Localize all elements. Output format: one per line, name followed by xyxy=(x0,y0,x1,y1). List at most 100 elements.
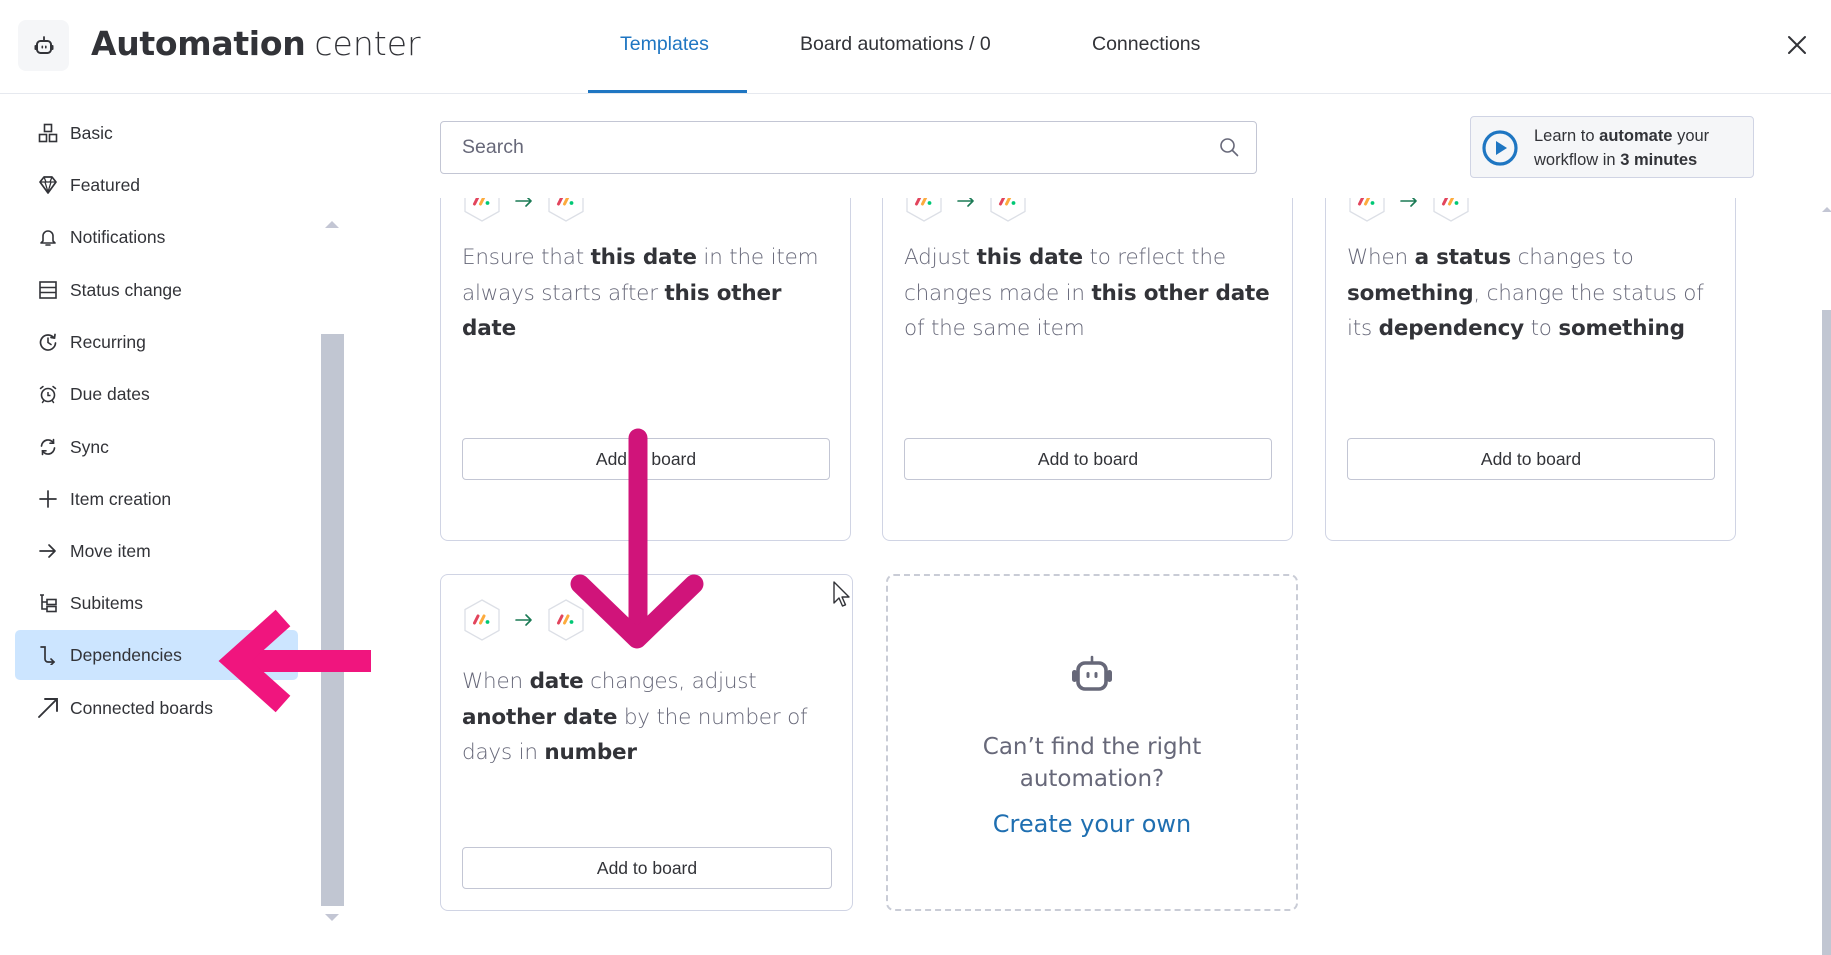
sidebar-item-label: Status change xyxy=(70,280,182,300)
learn-text-bold1: automate xyxy=(1599,127,1673,145)
diamond-icon xyxy=(37,174,59,196)
card-app-icons xyxy=(462,198,622,223)
description-keyword[interactable]: dependency xyxy=(1379,316,1524,341)
create-your-own-link[interactable]: Create your own xyxy=(888,808,1296,840)
sidebar-item-due-dates[interactable]: Due dates xyxy=(15,369,298,419)
description-keyword[interactable]: something xyxy=(1558,316,1685,341)
close-button[interactable] xyxy=(1782,30,1812,60)
description-keyword[interactable]: a status xyxy=(1415,245,1512,270)
mouse-cursor-icon xyxy=(833,581,850,607)
sidebar-item-status-change[interactable]: Status change xyxy=(15,265,298,315)
header: Automation center Templates Board automat… xyxy=(0,0,1831,94)
add-to-board-button[interactable]: Add to board xyxy=(462,847,832,889)
template-card[interactable]: Ensure that this date in the item always… xyxy=(440,198,851,541)
description-text: When xyxy=(1347,245,1415,270)
template-card[interactable]: When a status changes to something, chan… xyxy=(1325,198,1736,541)
description-text: Ensure that xyxy=(462,245,591,270)
description-text: to xyxy=(1523,316,1559,341)
arrow-up-right-icon xyxy=(37,697,59,719)
robot-icon xyxy=(1072,655,1112,691)
search-field[interactable] xyxy=(440,121,1257,174)
tab-templates[interactable]: Templates xyxy=(620,30,709,58)
sidebar-item-basic[interactable]: Basic xyxy=(15,108,298,158)
tab-board-automations[interactable]: Board automations / 0 xyxy=(800,30,991,58)
flow-arrow-icon xyxy=(515,198,532,207)
description-keyword[interactable]: something xyxy=(1347,281,1474,306)
description-keyword[interactable]: number xyxy=(544,740,637,765)
sync-icon xyxy=(37,436,59,458)
card-app-icons xyxy=(904,198,1064,223)
monday-app-icon xyxy=(1433,198,1469,222)
sidebar-scroll-down-arrow[interactable] xyxy=(325,914,339,921)
flow-arrow-icon xyxy=(957,198,974,207)
add-to-board-button[interactable]: Add to board xyxy=(462,438,830,480)
sidebar-item-recurring[interactable]: Recurring xyxy=(15,317,298,367)
sidebar-scrollbar[interactable] xyxy=(321,334,344,906)
sidebar-item-subitems[interactable]: Subitems xyxy=(15,578,298,628)
flow-arrow-icon xyxy=(1400,198,1417,207)
template-description: Adjust this date to reflect the changes … xyxy=(904,240,1274,347)
sidebar-item-label: Item creation xyxy=(70,489,172,509)
sidebar-item-move-item[interactable]: Move item xyxy=(15,526,298,576)
template-card[interactable]: When date changes, adjust another date b… xyxy=(440,574,853,911)
recurring-icon xyxy=(37,331,59,353)
play-icon xyxy=(1482,130,1518,166)
sidebar-item-connected-boards[interactable]: Connected boards xyxy=(15,683,298,733)
monday-app-icon xyxy=(548,599,584,641)
template-card[interactable]: Adjust this date to reflect the changes … xyxy=(882,198,1293,541)
page-title: Automation center xyxy=(91,22,421,66)
page-title-light: center xyxy=(314,24,421,63)
description-text: of the same item xyxy=(904,316,1085,341)
monday-app-icon xyxy=(464,599,500,641)
flow-arrow-icon xyxy=(515,614,532,626)
description-keyword[interactable]: date xyxy=(530,669,584,694)
templates-grid: Ensure that this date in the item always… xyxy=(430,198,1810,955)
sidebar-item-sync[interactable]: Sync xyxy=(15,422,298,472)
template-description: When a status changes to something, chan… xyxy=(1347,240,1717,347)
main-scroll-up-arrow[interactable] xyxy=(1822,207,1831,212)
sidebar-item-label: Due dates xyxy=(70,384,150,404)
create-custom-card[interactable]: Can’t find the right automation? Create … xyxy=(886,574,1298,911)
tab-connections[interactable]: Connections xyxy=(1092,30,1200,58)
sidebar-item-dependencies[interactable]: Dependencies xyxy=(15,630,298,680)
sidebar-item-notifications[interactable]: Notifications xyxy=(15,212,298,262)
sidebar-item-label: Recurring xyxy=(70,332,146,352)
sidebar-item-label: Connected boards xyxy=(70,698,214,718)
sidebar-item-label: Sync xyxy=(70,437,109,457)
main-scrollbar[interactable] xyxy=(1822,310,1831,955)
page-title-bold: Automation xyxy=(91,24,306,63)
sidebar-item-label: Basic xyxy=(70,123,113,143)
learn-text: Learn to automate your workflow in 3 min… xyxy=(1534,124,1753,172)
monday-app-icon xyxy=(548,198,584,222)
automation-logo xyxy=(18,20,69,71)
monday-app-icon xyxy=(906,198,942,222)
description-keyword[interactable]: this other date xyxy=(1091,281,1269,306)
sidebar-scroll-up-arrow[interactable] xyxy=(325,221,339,228)
learn-video-button[interactable]: Learn to automate your workflow in 3 min… xyxy=(1470,116,1754,178)
template-description: Ensure that this date in the item always… xyxy=(462,240,832,347)
sidebar-item-featured[interactable]: Featured xyxy=(15,160,298,210)
sidebar-item-label: Dependencies xyxy=(70,645,182,665)
description-text: changes, adjust xyxy=(583,669,757,694)
sidebar-item-label: Featured xyxy=(70,175,141,195)
description-keyword[interactable]: this date xyxy=(591,245,697,270)
search-input[interactable] xyxy=(441,122,1201,173)
monday-app-icon xyxy=(464,198,500,222)
sidebar-item-item-creation[interactable]: Item creation xyxy=(15,474,298,524)
sidebar-item-label: Subitems xyxy=(70,593,143,613)
search-icon[interactable] xyxy=(1218,136,1240,158)
card-app-icons xyxy=(462,598,622,642)
sidebar-item-label: Notifications xyxy=(70,227,166,247)
blocks-icon xyxy=(37,122,59,144)
description-keyword[interactable]: this date xyxy=(977,245,1083,270)
add-to-board-button[interactable]: Add to board xyxy=(1347,438,1715,480)
monday-app-icon xyxy=(990,198,1026,222)
alarm-clock-icon xyxy=(37,383,59,405)
add-to-board-button[interactable]: Add to board xyxy=(904,438,1272,480)
template-description: When date changes, adjust another date b… xyxy=(462,664,832,771)
learn-text-bold2: 3 minutes xyxy=(1620,151,1698,169)
monday-app-icon xyxy=(1349,198,1385,222)
description-keyword[interactable]: another date xyxy=(462,705,617,730)
subitems-icon xyxy=(37,592,59,614)
card-app-icons xyxy=(1347,198,1507,223)
